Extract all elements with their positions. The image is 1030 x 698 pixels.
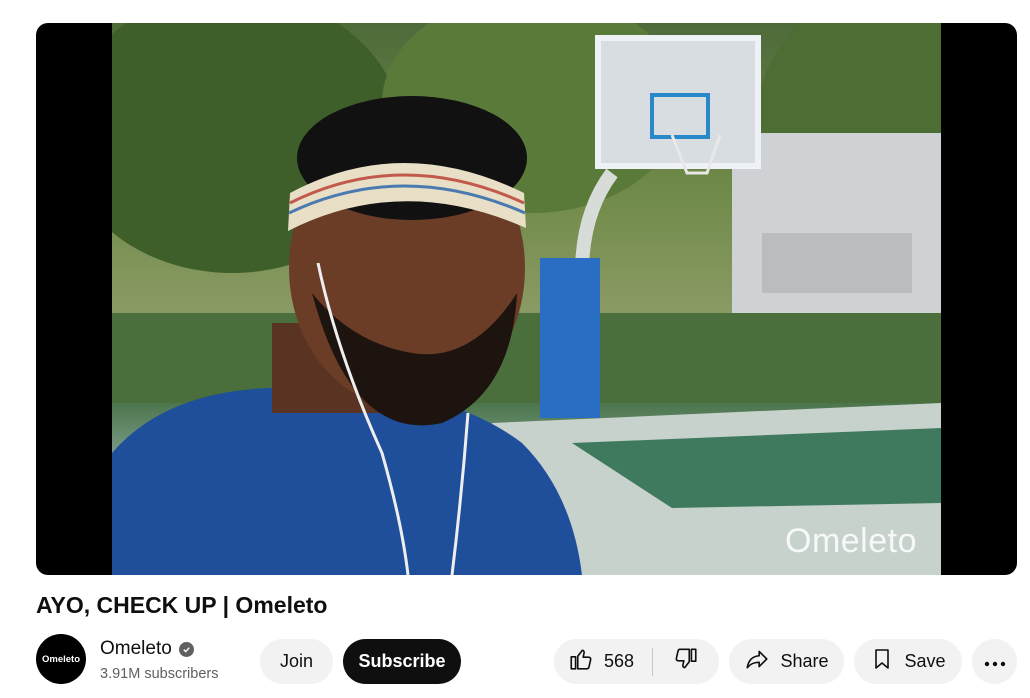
more-horizontal-icon — [984, 651, 1006, 672]
dislike-button[interactable] — [653, 639, 719, 684]
join-button[interactable]: Join — [260, 639, 333, 684]
like-dislike-group: 568 — [554, 639, 719, 684]
channel-name[interactable]: Omeleto — [100, 638, 172, 660]
channel-name-row[interactable]: Omeleto — [100, 638, 194, 660]
verified-check-icon — [178, 641, 194, 657]
share-button[interactable]: Share — [729, 639, 844, 684]
subscribe-button[interactable]: Subscribe — [343, 639, 461, 684]
like-count: 568 — [604, 651, 635, 671]
subscriber-count: 3.91M subscribers — [100, 666, 219, 682]
video-title: AYO, CHECK UP | Omeleto — [36, 592, 328, 618]
save-button[interactable]: Save — [854, 639, 962, 684]
bookmark-icon — [870, 647, 894, 676]
avatar-label: Omeleto — [41, 653, 80, 665]
thumbs-down-icon — [673, 646, 699, 677]
thumbs-up-icon — [568, 646, 594, 677]
video-scene — [112, 23, 941, 575]
save-label: Save — [904, 651, 946, 671]
like-button[interactable]: 568 — [554, 639, 652, 684]
video-watermark: Omeleto — [785, 522, 917, 560]
video-frame: Omeleto — [112, 23, 941, 575]
share-arrow-icon — [744, 646, 770, 677]
share-label: Share — [780, 651, 829, 671]
more-actions-button[interactable] — [972, 639, 1017, 684]
video-player[interactable]: Omeleto — [36, 23, 1017, 575]
channel-avatar[interactable]: Omeleto — [36, 634, 86, 684]
